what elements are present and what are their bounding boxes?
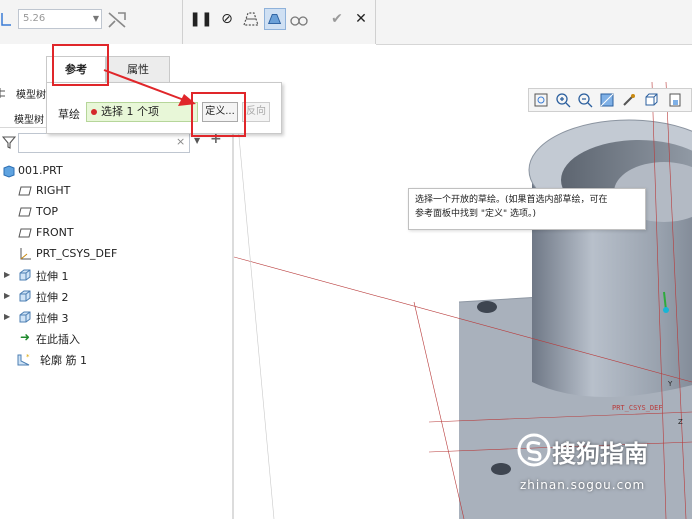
thickness-dropdown-arrow[interactable]: ▼	[90, 10, 102, 28]
prompt-tooltip: 选择一个开放的草绘。(如果首选内部草绘，可在 参考面板中找到 "定义" 选项。)	[408, 188, 646, 230]
tree-item-front-plane[interactable]: FRONT	[0, 223, 232, 243]
model-tree-title: 模型树	[16, 90, 46, 101]
tree-item-label: 001.PRT	[18, 164, 63, 177]
sketch-label: 草绘	[58, 108, 80, 121]
tree-item-csys[interactable]: PRT_CSYS_DEF	[0, 244, 232, 264]
tree-item-label: 拉伸 3	[36, 312, 69, 325]
datum-plane-icon	[18, 186, 32, 196]
annotation-arrow	[103, 69, 196, 106]
tree-item-extrude-1[interactable]: ▶ 拉伸 1	[0, 265, 232, 285]
tooltip-line: 参考面板中找到 "定义" 选项。)	[415, 209, 537, 219]
extrude-icon	[19, 311, 31, 323]
coordinate-system-icon	[20, 248, 31, 260]
thickness-icon	[1, 13, 11, 26]
csys-label: PRT_CSYS_DEF	[612, 404, 663, 412]
tree-item-extrude-3[interactable]: ▶ 拉伸 3	[0, 307, 232, 327]
pause-icon[interactable]: ❚❚	[189, 8, 212, 30]
tree-item-label: 拉伸 2	[36, 291, 69, 304]
model-tree-tab-label[interactable]: 模型树	[14, 111, 44, 126]
tooltip-line: 选择一个开放的草绘。(如果首选内部草绘，可在	[415, 195, 608, 205]
search-options-chevron-icon[interactable]: ▼	[194, 136, 200, 145]
filter-icon[interactable]	[2, 135, 16, 149]
glasses-icon[interactable]	[288, 8, 310, 30]
tree-item-label: 拉伸 1	[36, 270, 69, 283]
verify-preview-icon[interactable]	[264, 8, 286, 30]
tree-item-label: FRONT	[36, 226, 74, 239]
datum-plane-icon	[18, 228, 32, 238]
tree-item-label: 轮廓 筋 1	[40, 354, 87, 367]
datum-plane-icon	[18, 207, 32, 217]
axis-z-label: Z	[678, 418, 683, 426]
view-toolbar	[528, 88, 692, 112]
no-preview-icon[interactable]: ⊘	[216, 8, 238, 30]
expand-chevron-icon[interactable]: ▶	[4, 291, 10, 300]
tree-search-input[interactable]	[18, 133, 190, 153]
tree-item-label: 在此插入	[36, 333, 80, 346]
cancel-close-icon[interactable]: ✕	[350, 8, 372, 30]
required-dot-icon	[91, 109, 97, 115]
ribbon-separator	[375, 0, 376, 44]
axis-y-label: Y	[668, 380, 673, 388]
clear-search-icon[interactable]: ×	[176, 135, 185, 148]
confirm-checkmark-icon[interactable]: ✔	[326, 8, 348, 30]
extrude-icon	[19, 269, 31, 281]
tree-icon	[0, 88, 5, 98]
watermark-url: zhinan.sogou.com	[520, 478, 646, 492]
svg-text:*: *	[26, 353, 30, 361]
refit-icon[interactable]	[533, 92, 549, 108]
insert-arrow-icon: ➜	[20, 330, 31, 344]
spin-center-icon[interactable]	[621, 92, 637, 108]
extrude-icon	[19, 290, 31, 302]
part-icon	[3, 165, 15, 178]
tree-item-label: TOP	[36, 205, 59, 218]
preview-icon[interactable]	[240, 8, 262, 30]
tree-item-label: PRT_CSYS_DEF	[36, 247, 118, 260]
display-style-icon[interactable]	[643, 92, 659, 108]
tree-item-insert-here[interactable]: ➜ 在此插入	[0, 328, 232, 348]
sogou-logo-icon	[517, 433, 551, 467]
repaint-icon[interactable]	[599, 92, 615, 108]
tree-item-part[interactable]: 001.PRT	[0, 161, 232, 181]
flip-direction-icon[interactable]	[106, 9, 128, 31]
rib-icon: *	[17, 353, 30, 366]
zoom-out-icon[interactable]	[577, 92, 593, 108]
saved-views-icon[interactable]	[667, 92, 683, 108]
watermark-text: 搜狗指南	[552, 440, 648, 468]
tree-item-right-plane[interactable]: RIGHT	[0, 181, 232, 201]
tree-item-profile-rib[interactable]: * 轮廓 筋 1	[0, 349, 232, 369]
tree-item-top-plane[interactable]: TOP	[0, 202, 232, 222]
reverse-button[interactable]: 反向	[242, 102, 270, 122]
expand-chevron-icon[interactable]: ▶	[4, 312, 10, 321]
tree-item-extrude-2[interactable]: ▶ 拉伸 2	[0, 286, 232, 306]
tree-item-label: RIGHT	[36, 184, 71, 197]
expand-chevron-icon[interactable]: ▶	[4, 270, 10, 279]
zoom-in-icon[interactable]	[555, 92, 571, 108]
